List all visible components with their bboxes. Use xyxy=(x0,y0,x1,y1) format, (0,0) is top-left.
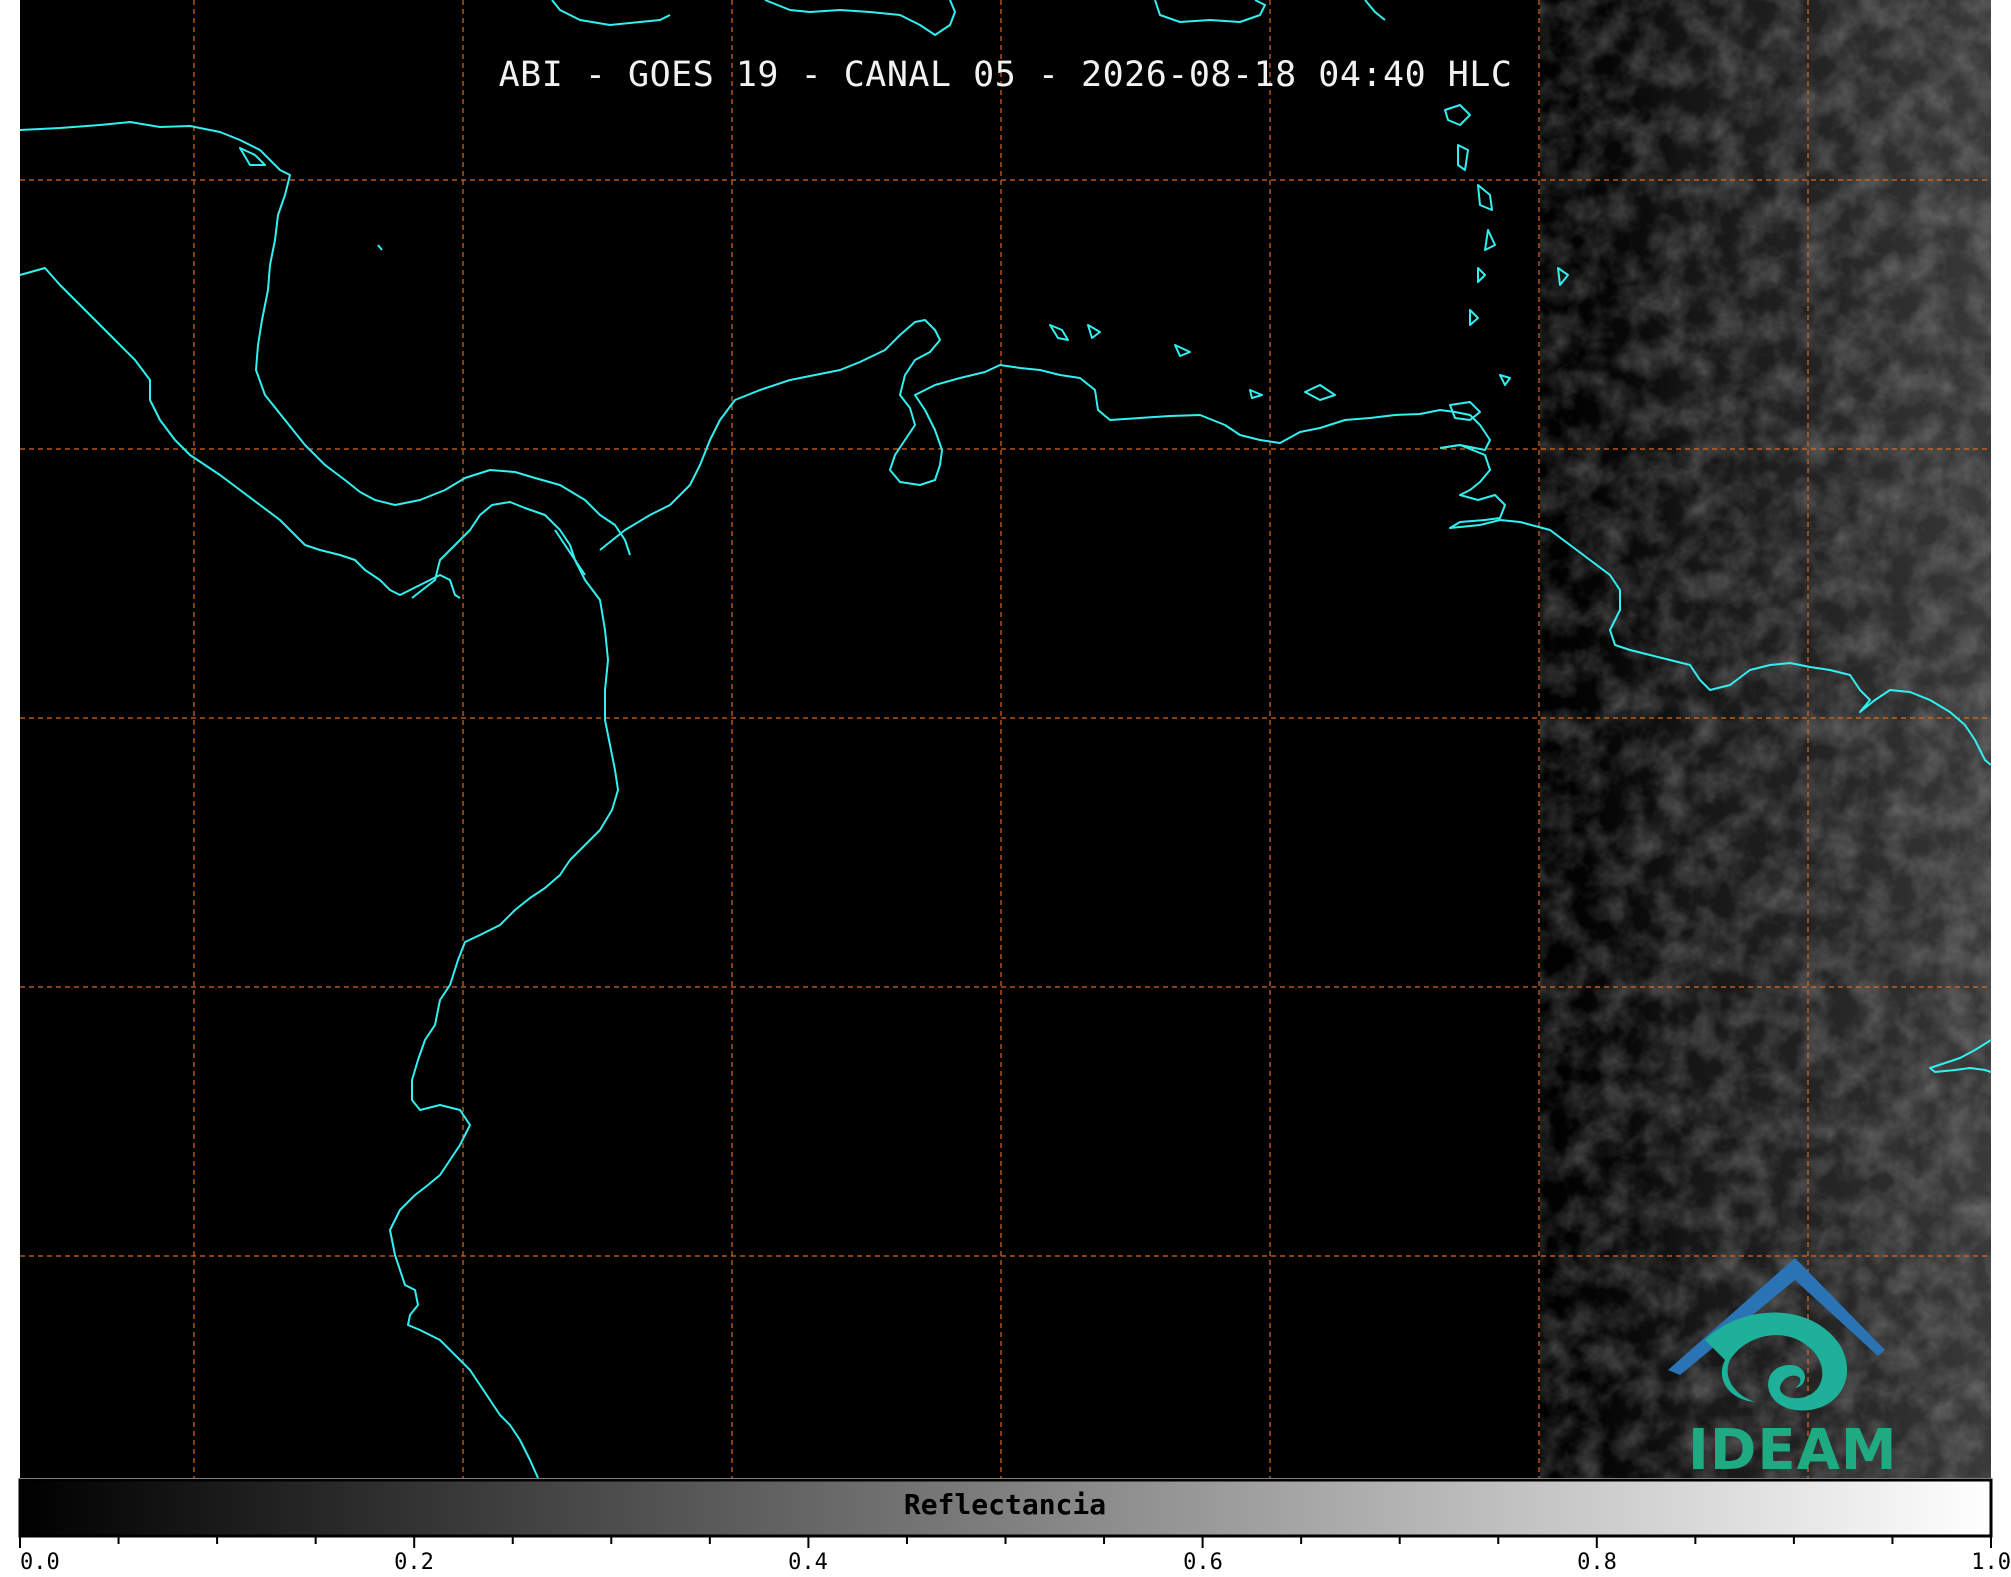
map-title: ABI - GOES 19 - CANAL 05 - 2026-08-18 04… xyxy=(498,55,1513,95)
colorbar-tick-label: 0.4 xyxy=(788,1550,828,1575)
colorbar-tick-label: 0.8 xyxy=(1577,1550,1617,1575)
colorbar-tick-label: 0.0 xyxy=(20,1550,60,1575)
colorbar-label: Reflectancia xyxy=(903,1488,1107,1521)
colorbar-tick-label: 0.2 xyxy=(394,1550,434,1575)
ideam-logo-text: IDEAM xyxy=(1688,1418,1898,1483)
colorbar-tick-label: 1.0 xyxy=(1971,1550,2011,1575)
colorbar-tick-label: 0.6 xyxy=(1183,1550,1223,1575)
map-panel xyxy=(19,0,1992,1479)
satellite-map xyxy=(0,0,2011,1577)
